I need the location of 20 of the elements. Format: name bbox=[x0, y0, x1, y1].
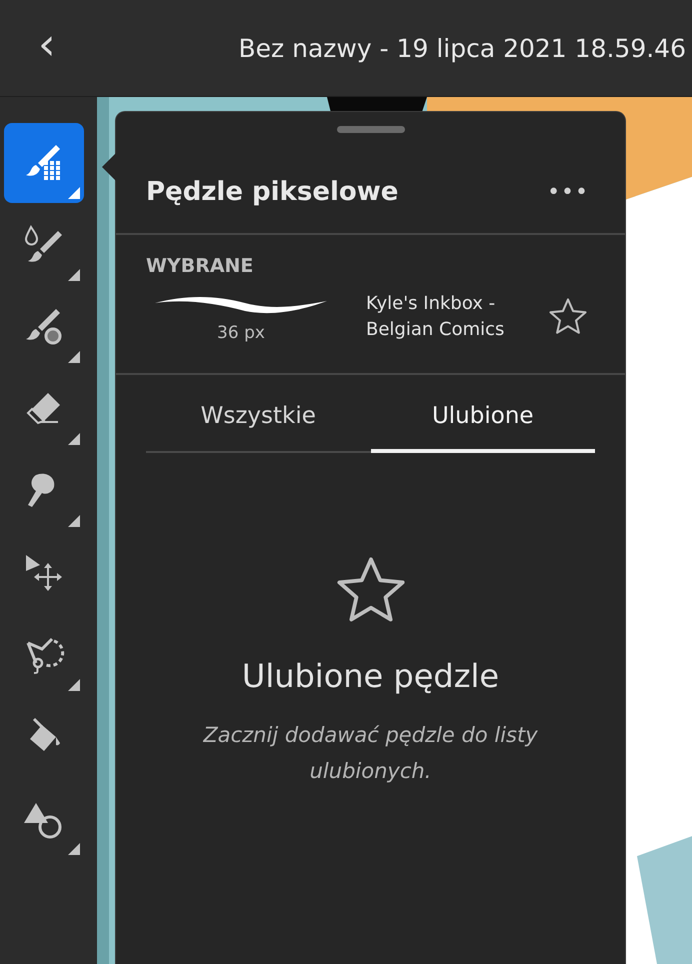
back-button[interactable]: ‹ bbox=[38, 23, 56, 73]
empty-state-title: Ulubione pędzle bbox=[242, 657, 500, 695]
submenu-corner-icon bbox=[68, 843, 80, 855]
tab[interactable]: Ulubione bbox=[370, 393, 595, 453]
submenu-corner-icon bbox=[68, 679, 80, 691]
section-label: WYBRANE bbox=[146, 255, 254, 277]
submenu-corner-icon bbox=[68, 187, 80, 199]
submenu-corner-icon bbox=[68, 433, 80, 445]
drag-handle[interactable] bbox=[336, 126, 404, 133]
more-button[interactable]: ••• bbox=[547, 180, 589, 204]
tool-button[interactable] bbox=[4, 123, 84, 203]
brush-name: Kyle's Inkbox - Belgian Comics bbox=[366, 292, 506, 342]
panel-title: Pędzle pikselowe bbox=[146, 177, 398, 207]
empty-state-text: Zacznij dodawać pędzle do listy ulubionych. bbox=[202, 722, 539, 785]
submenu-corner-icon bbox=[68, 269, 80, 281]
document-title: Bez nazwy - 19 lipca 2021 18.59.46 bbox=[238, 34, 686, 62]
submenu-corner-icon bbox=[68, 515, 80, 527]
tab[interactable]: Wszystkie bbox=[146, 393, 370, 453]
submenu-corner-icon bbox=[68, 351, 80, 363]
brush-size: 36 px bbox=[217, 323, 265, 343]
